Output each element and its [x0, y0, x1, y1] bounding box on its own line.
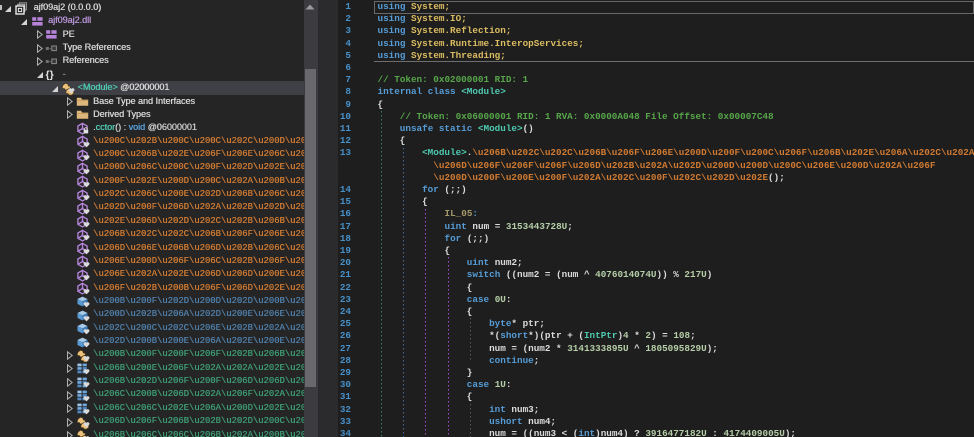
svg-text:{}: {}	[46, 69, 54, 81]
